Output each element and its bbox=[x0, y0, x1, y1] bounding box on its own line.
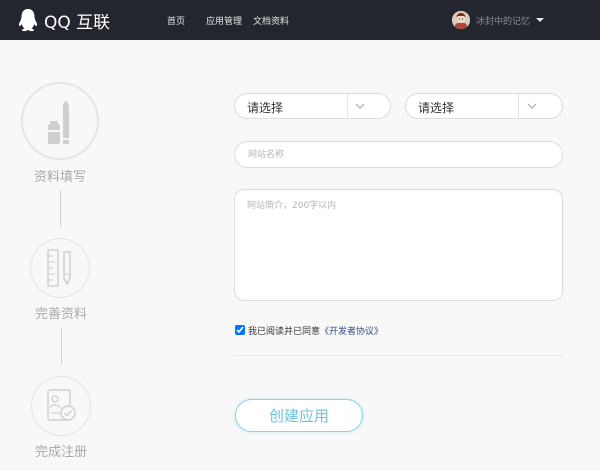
category-select-primary[interactable]: 请选择 bbox=[234, 93, 391, 119]
qq-penguin-icon bbox=[18, 9, 38, 32]
select-divider bbox=[347, 94, 348, 118]
step-connector bbox=[60, 190, 61, 227]
step-finish-registration bbox=[31, 376, 91, 436]
qq-logo[interactable]: QQ 互联 bbox=[18, 7, 110, 33]
create-app-button[interactable]: 创建应用 bbox=[235, 399, 363, 432]
select-value: 请选择 bbox=[247, 101, 284, 115]
select-divider bbox=[518, 94, 519, 118]
site-description-textarea[interactable] bbox=[234, 189, 563, 301]
site-name-input[interactable] bbox=[234, 141, 563, 168]
step-fill-info bbox=[21, 82, 99, 160]
avatar-image bbox=[452, 11, 470, 29]
user-menu[interactable]: 冰封中的记忆 bbox=[452, 10, 545, 30]
chevron-down-icon bbox=[527, 103, 537, 109]
logo-text: QQ 互联 bbox=[44, 12, 111, 33]
chevron-down-icon bbox=[536, 18, 545, 22]
category-select-secondary[interactable]: 请选择 bbox=[405, 93, 563, 119]
agreement-row[interactable]: 我已阅读并已同意 《开发者协议》 bbox=[234, 323, 383, 337]
step-label-complete-info: 完善资料 bbox=[34, 307, 87, 322]
user-name: 冰封中的记忆 bbox=[476, 16, 531, 27]
top-bar: QQ 互联 首页 应用管理 文档资料 冰封中的记忆 bbox=[0, 0, 600, 40]
pen-and-jar-icon bbox=[48, 100, 69, 144]
id-card-check-icon bbox=[47, 389, 76, 421]
avatar bbox=[452, 11, 470, 29]
form-divider bbox=[234, 355, 563, 356]
select-value: 请选择 bbox=[418, 101, 455, 115]
developer-agreement-link[interactable]: 《开发者协议》 bbox=[320, 324, 383, 337]
step-label-fill-info: 资料填写 bbox=[33, 170, 86, 185]
chevron-down-icon bbox=[355, 103, 365, 109]
step-label-finish-registration: 完成注册 bbox=[34, 445, 87, 460]
agreement-checkbox[interactable] bbox=[235, 325, 245, 335]
nav-documents[interactable]: 文档资料 bbox=[253, 0, 289, 40]
nav-home[interactable]: 首页 bbox=[167, 0, 185, 40]
agreement-text: 我已阅读并已同意 bbox=[248, 326, 321, 337]
step-connector bbox=[61, 328, 62, 364]
ruler-and-pencil-icon bbox=[47, 249, 71, 287]
nav-app-management[interactable]: 应用管理 bbox=[206, 0, 242, 40]
step-complete-info bbox=[30, 238, 90, 298]
